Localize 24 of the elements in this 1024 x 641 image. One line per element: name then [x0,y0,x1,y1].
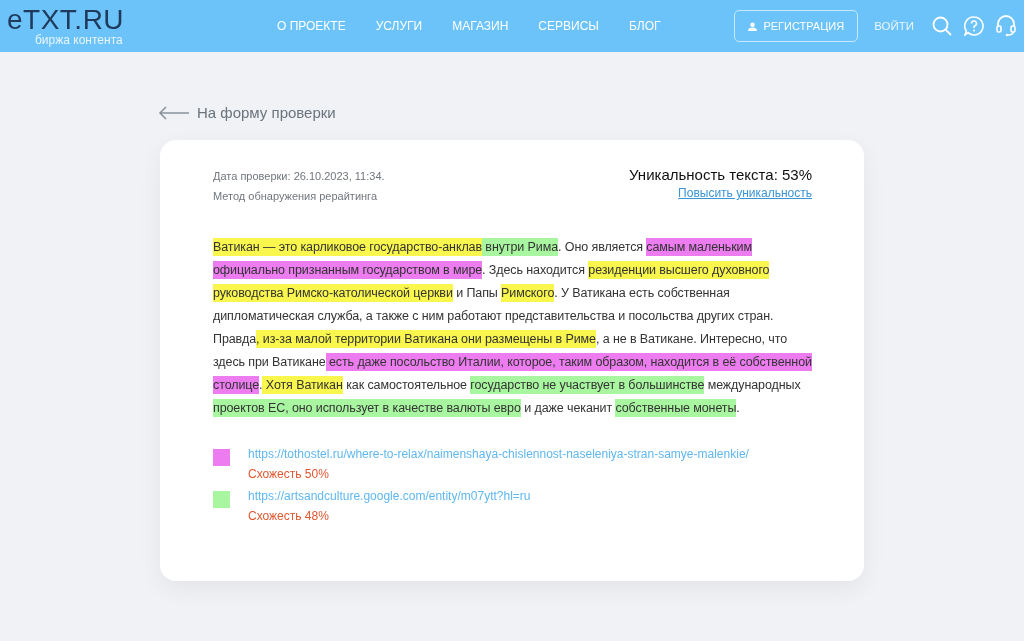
similarity-value: Схожесть 48% [248,509,330,523]
help-icon[interactable] [964,16,984,36]
nav-link[interactable]: МАГАЗИН [452,19,509,33]
register-button[interactable]: РЕГИСТРАЦИЯ [734,10,859,42]
uniqueness-value: Уникальность текста: 53% [629,166,812,183]
source-link[interactable]: https://artsandculture.google.com/entity/m07ytt?hl=ru [248,489,531,503]
back-link[interactable]: На форму проверки [158,104,864,121]
source-link[interactable]: https://tothostel.ru/where-to-relax/naimenshaya-chislennost-naseleniya-stran-samye-malenkie/ [248,447,749,461]
check-date: Дата проверки: 26.10.2023, 11:34. [213,169,385,184]
user-icon [748,21,758,31]
site-logo[interactable]: eTXT.RU [7,5,257,34]
nav-link[interactable]: УСЛУГИ [375,19,423,33]
similarity-value: Схожесть 50% [248,467,330,481]
login-link[interactable]: ВОЙТИ [874,20,914,32]
nav-link[interactable]: БЛОГ [628,19,661,33]
search-icon[interactable] [932,16,952,36]
headset-icon[interactable] [996,15,1016,37]
nav-link[interactable]: О ПРОЕКТЕ [277,19,346,33]
checked-text: Ватикан — это карликовое государство-анклав внутри Рима. Оно является самым маленьким официально признанным государством в мире. Здесь находится резиденции высшего духовного руководства Римско-католической церкви и Папы Римского. У Ватикана есть собственная дипломатическая служба, а также с ним работают представительства и посольства других стран. Правда, из-за малой территории Ватикана они размещены в Риме, а не в Ватикане. Интересно, что здесь при Ватикане есть даже посольство Италии, которое, таким образом, находится в её собственной столице. Хотя Ватикан как самостоятельное государство не участвует в большинстве международных проектов ЕС, оно использует в качестве валюты евро и даже чеканит собственные монеты. [213,237,812,419]
detection-method: Метод обнаружения рерайтинга [213,189,378,204]
site-tagline: биржа контента [35,33,124,47]
back-arrow-icon [158,105,190,120]
nav-link[interactable]: СЕРВИСЫ [538,19,599,33]
improve-uniqueness-link[interactable]: Повысить уникальность [678,186,812,200]
